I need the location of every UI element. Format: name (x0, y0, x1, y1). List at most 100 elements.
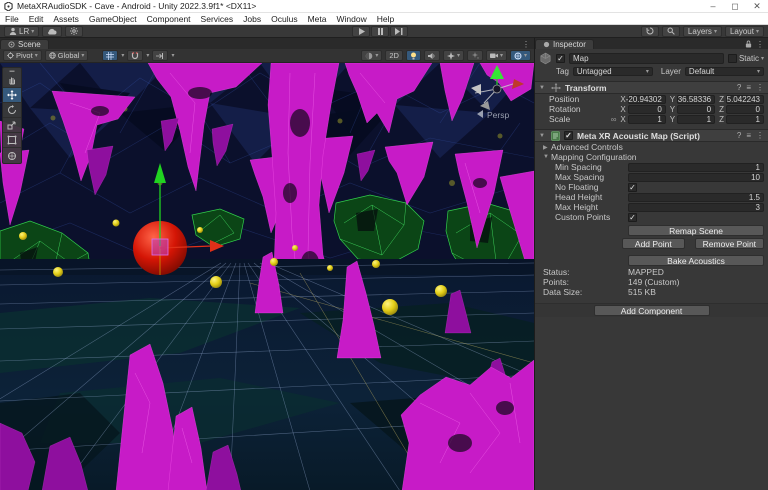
head-height-row: Head Height 1.5 (535, 192, 768, 202)
menu-jobs[interactable]: Jobs (238, 13, 266, 25)
gizmo-center[interactable] (493, 85, 501, 93)
no-floating-checkbox[interactable]: ✓ (628, 183, 637, 192)
min-spacing-field[interactable]: 1 (628, 163, 764, 172)
maximize-button[interactable]: ◻ (724, 0, 746, 13)
advanced-controls-foldout[interactable]: ▶ Advanced Controls (535, 142, 768, 152)
foldout-open-icon[interactable]: ▼ (539, 85, 547, 91)
tab-inspector[interactable]: Inspector (535, 39, 594, 49)
menu-component[interactable]: Component (142, 13, 196, 25)
grid-dropdown-icon[interactable]: ▾ (121, 52, 124, 59)
gameobject-name-field[interactable]: Map (569, 53, 724, 64)
account-button[interactable]: LR▾ (4, 26, 39, 37)
kebab-icon[interactable]: ⋮ (756, 131, 764, 140)
effects-dropdown[interactable]: ▾ (443, 50, 464, 61)
tool-hand[interactable] (3, 73, 21, 88)
menu-edit[interactable]: Edit (24, 13, 49, 25)
static-dropdown-icon[interactable]: ▾ (761, 55, 764, 62)
layers-dropdown[interactable]: Layers▾ (683, 26, 722, 37)
persp-label[interactable]: Persp (487, 110, 509, 120)
acoustic-map-header[interactable]: ▼ ✓ Meta XR Acoustic Map (Script) ? ≡ ⋮ (535, 129, 768, 142)
mapping-config-foldout[interactable]: ▼ Mapping Configuration (535, 152, 768, 162)
move-snap-dropdown-icon[interactable]: ▾ (171, 52, 174, 59)
rotation-x-field[interactable]: 0 (628, 105, 666, 114)
tool-rect[interactable] (3, 133, 21, 148)
position-y-field[interactable]: 36.58336 (677, 95, 715, 104)
remove-point-button[interactable]: Remove Point (695, 238, 764, 249)
cloud-button[interactable] (42, 26, 62, 37)
menu-file[interactable]: File (0, 13, 24, 25)
menu-meta[interactable]: Meta (303, 13, 332, 25)
gizmo-center-handle[interactable] (152, 239, 168, 255)
presets-icon[interactable]: ≡ (746, 131, 751, 140)
menu-oculus[interactable]: Oculus (266, 13, 302, 25)
tool-move[interactable] (3, 88, 21, 103)
tag-dropdown[interactable]: Untagged▾ (573, 67, 653, 76)
tool-transform[interactable] (3, 148, 21, 163)
scene-panel: Scene ⋮ Pivot▾ Global▾ ▾ ▾ ▾ ▾ 2D (0, 38, 534, 490)
remap-scene-button[interactable]: Remap Scene (628, 225, 764, 236)
snap-toggle-button[interactable] (127, 50, 143, 61)
rotation-y-field[interactable]: 0 (677, 105, 715, 114)
max-spacing-field[interactable]: 10 (628, 173, 764, 182)
bake-acoustics-button[interactable]: Bake Acoustics (628, 255, 764, 266)
menu-services[interactable]: Services (196, 13, 239, 25)
step-button[interactable] (390, 26, 408, 37)
scene-viewport[interactable]: Persp ▬ (0, 63, 534, 490)
presets-icon[interactable]: ≡ (746, 83, 751, 92)
hidden-objects-button[interactable] (467, 50, 483, 61)
max-height-field[interactable]: 3 (628, 203, 764, 212)
inspector-menu-kebab-icon[interactable]: ⋮ (756, 40, 764, 49)
move-snap-button[interactable] (152, 50, 168, 61)
lock-icon[interactable] (745, 40, 752, 48)
component-enabled-checkbox[interactable]: ✓ (564, 131, 573, 140)
scene-menu-kebab-icon[interactable]: ⋮ (522, 40, 530, 49)
pause-button[interactable] (371, 26, 389, 37)
camera-settings-dropdown[interactable]: ▾ (486, 50, 507, 61)
help-icon[interactable]: ? (737, 83, 741, 92)
history-button[interactable] (641, 26, 659, 37)
shading-mode-dropdown[interactable]: ▾ (361, 50, 382, 61)
kebab-icon[interactable]: ⋮ (756, 83, 764, 92)
position-z-field[interactable]: 5.042243 (726, 95, 764, 104)
search-button[interactable] (662, 26, 680, 37)
tool-scale[interactable] (3, 118, 21, 133)
lighting-toggle-button[interactable] (406, 50, 421, 61)
head-height-field[interactable]: 1.5 (628, 193, 764, 202)
globe-icon (49, 52, 56, 59)
2d-toggle-button[interactable]: 2D (385, 50, 403, 61)
minimize-button[interactable]: – (702, 0, 724, 13)
custom-points-checkbox[interactable]: ✓ (628, 213, 637, 222)
audio-toggle-button[interactable] (424, 50, 440, 61)
help-icon[interactable]: ? (737, 131, 741, 140)
tool-rotate[interactable] (3, 103, 21, 118)
gizmos-dropdown[interactable]: ▾ (510, 50, 531, 61)
scale-x-field[interactable]: 1 (628, 115, 666, 124)
increment-snap-icon (156, 52, 164, 60)
scale-y-field[interactable]: 1 (677, 115, 715, 124)
scale-z-field[interactable]: 1 (726, 115, 764, 124)
pivot-dropdown[interactable]: Pivot▾ (3, 50, 42, 61)
add-component-button[interactable]: Add Component (594, 305, 710, 316)
static-checkbox[interactable] (728, 54, 737, 63)
tab-scene[interactable]: Scene (0, 39, 49, 49)
global-dropdown[interactable]: Global▾ (45, 50, 89, 61)
grid-visibility-button[interactable] (102, 50, 118, 61)
snap-dropdown-icon[interactable]: ▾ (146, 52, 149, 59)
close-button[interactable]: ✕ (746, 0, 768, 13)
rotation-z-field[interactable]: 0 (726, 105, 764, 114)
layer-dropdown[interactable]: Default▾ (685, 67, 764, 76)
gameobject-active-checkbox[interactable]: ✓ (556, 54, 565, 63)
add-point-button[interactable]: Add Point (622, 238, 685, 249)
menu-help[interactable]: Help (372, 13, 399, 25)
menu-window[interactable]: Window (331, 13, 371, 25)
foldout-open-icon[interactable]: ▼ (539, 133, 547, 139)
grid-icon (106, 52, 114, 60)
menu-gameobject[interactable]: GameObject (84, 13, 142, 25)
position-x-field[interactable]: -20.94302 (628, 95, 666, 104)
menu-assets[interactable]: Assets (48, 13, 84, 25)
play-button[interactable] (352, 26, 370, 37)
layout-dropdown[interactable]: Layout▾ (725, 26, 764, 37)
transform-header[interactable]: ▼ Transform ? ≡ ⋮ (535, 81, 768, 94)
settings-button[interactable] (65, 26, 83, 37)
scale-link-icon[interactable]: ∞ (611, 115, 617, 124)
